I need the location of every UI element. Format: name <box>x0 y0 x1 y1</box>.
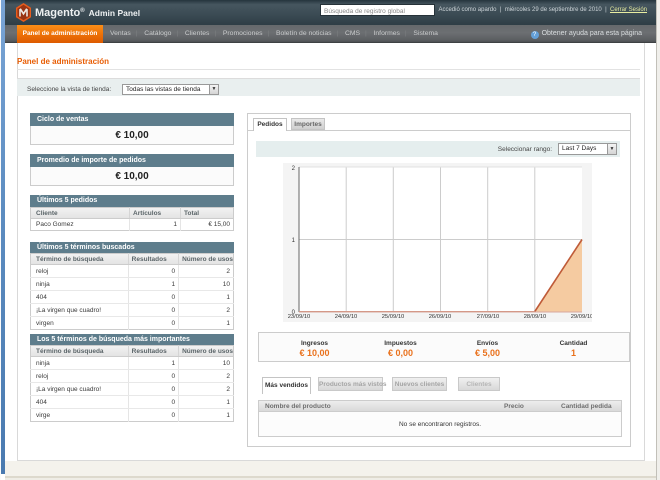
svg-text:24/09/10: 24/09/10 <box>335 314 358 320</box>
svg-text:29/09/10: 29/09/10 <box>571 314 592 320</box>
svg-text:28/09/10: 28/09/10 <box>524 314 547 320</box>
svg-text:25/09/10: 25/09/10 <box>382 314 405 320</box>
svg-text:27/09/10: 27/09/10 <box>477 314 500 320</box>
svg-text:23/09/10: 23/09/10 <box>288 314 311 320</box>
svg-text:26/09/10: 26/09/10 <box>429 314 452 320</box>
